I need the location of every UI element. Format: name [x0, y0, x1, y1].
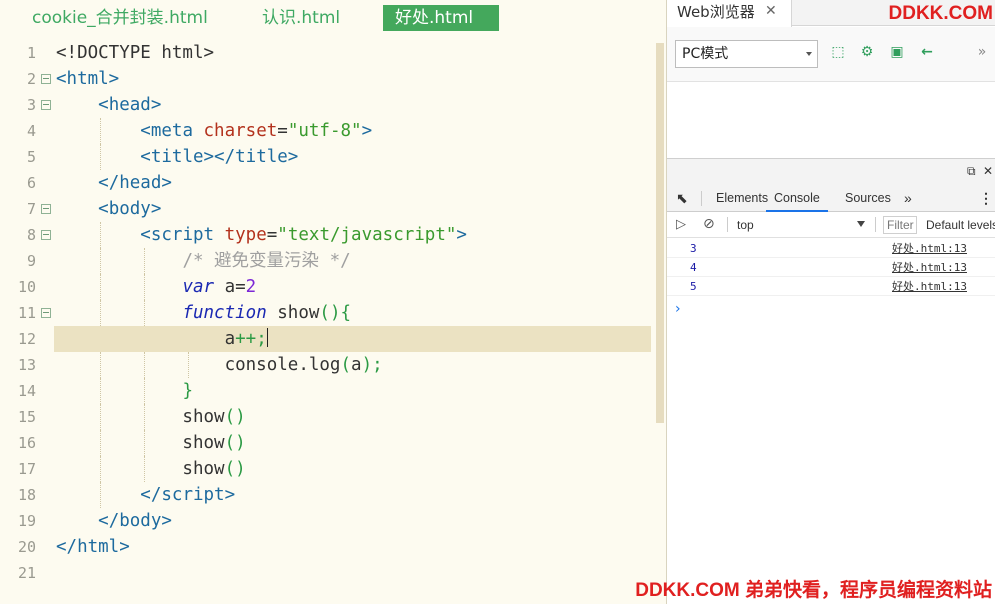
log-value: 3: [690, 242, 697, 255]
code-line-12: 12 a++;: [0, 326, 655, 352]
editor-tabbar: cookie_合并封装.html 认识.html 好处.html: [0, 0, 667, 36]
page-viewport[interactable]: [667, 83, 995, 158]
code-line-20: 20 </html>: [17, 537, 130, 557]
code-line-1: 1 <!DOCTYPE html>: [26, 43, 215, 63]
code-line-18: 18 </script>: [0, 482, 655, 508]
console-log-list: 3 好处.html:13 4 好处.html:13 5 好处.html:13 ›: [667, 239, 995, 317]
code-line-6: 6 </head>: [26, 173, 172, 193]
tab-elements[interactable]: Elements: [716, 184, 768, 212]
code-line-13: 13 console.log(a);: [0, 352, 655, 378]
divider: [875, 217, 876, 232]
devtools-tabs: ⬉ Elements Console Sources » ⋮: [667, 184, 995, 212]
devtools-controls: ⧉ ✕: [667, 159, 995, 184]
code-line-17: 17 show(): [0, 456, 655, 482]
fold-icon[interactable]: [41, 100, 51, 110]
fold-icon[interactable]: [41, 308, 51, 318]
close-icon[interactable]: ✕: [765, 3, 777, 19]
editor-tab-haochu[interactable]: 好处.html: [383, 5, 499, 31]
log-source-link[interactable]: 好处.html:13: [892, 239, 967, 258]
editor-tab-renshi[interactable]: 认识.html: [262, 5, 340, 31]
divider: [701, 191, 702, 206]
more-icon[interactable]: »: [974, 44, 990, 60]
more-tabs-icon[interactable]: »: [904, 184, 912, 212]
mode-select[interactable]: PC模式: [675, 40, 818, 68]
code-area[interactable]: 1 <!DOCTYPE html> 2 <html> 3 <head> 4 <met…: [0, 40, 655, 586]
code-line-11: 11 function show(){: [0, 300, 655, 326]
inspect-element-icon[interactable]: ⬉: [676, 184, 688, 212]
code-line-2: 2 <html>: [26, 69, 120, 89]
browser-tabstrip: Web浏览器 ✕ DDKK.COM: [667, 0, 995, 27]
code-line-4: 4 <meta charset="utf-8">: [0, 118, 655, 144]
text-caret: [266, 328, 268, 347]
code-line-15: 15 show(): [0, 404, 655, 430]
console-filter-bar: ▷ ⊘ top Filter Default levels: [667, 212, 995, 238]
tab-sources[interactable]: Sources: [845, 184, 891, 212]
log-row: 5 好处.html:13: [667, 277, 995, 296]
close-devtools-icon[interactable]: ✕: [983, 164, 993, 178]
back-arrow-icon[interactable]: ←: [919, 44, 935, 60]
console-icon[interactable]: ▣: [889, 44, 905, 60]
code-line-19: 19 </body>: [17, 511, 172, 531]
fold-icon[interactable]: [41, 230, 51, 240]
fold-icon[interactable]: [41, 74, 51, 84]
tab-console[interactable]: Console: [766, 184, 828, 212]
mode-select-value: PC模式: [682, 46, 729, 62]
divider: [727, 217, 728, 232]
code-editor[interactable]: cookie_合并封装.html 认识.html 好处.html 1 <!DOCT…: [0, 0, 667, 604]
undock-icon[interactable]: ⧉: [967, 164, 976, 179]
code-line-3: 3 <head>: [26, 95, 162, 115]
brand-logo: DDKK.COM: [888, 3, 994, 24]
code-line-14: 14 }: [0, 378, 655, 404]
watermark: DDKK.COM 弟弟快看，程序员编程资料站: [635, 580, 992, 601]
log-row: 3 好处.html:13: [667, 239, 995, 258]
log-value: 5: [690, 280, 697, 293]
gear-icon[interactable]: ⚙: [859, 44, 875, 60]
devtools: ⧉ ✕ ⬉ Elements Console Sources » ⋮ ▷ ⊘ t…: [667, 158, 995, 604]
editor-tab-cookie[interactable]: cookie_合并封装.html: [32, 5, 208, 31]
code-line-5: 5 <title></title>: [0, 144, 655, 170]
code-line-8: 8 <script type="text/javascript">: [0, 222, 655, 248]
log-source-link[interactable]: 好处.html:13: [892, 277, 967, 296]
context-select[interactable]: top: [737, 218, 754, 232]
editor-scrollbar[interactable]: [656, 43, 664, 423]
log-levels-select[interactable]: Default levels: [926, 218, 995, 232]
chevron-down-icon: [857, 221, 865, 227]
fold-icon[interactable]: [41, 204, 51, 214]
log-row: 4 好处.html:13: [667, 258, 995, 277]
code-line-7: 7 <body>: [26, 199, 162, 219]
log-source-link[interactable]: 好处.html:13: [892, 258, 967, 277]
console-prompt[interactable]: ›: [675, 301, 681, 317]
kebab-menu-icon[interactable]: ⋮: [979, 184, 993, 212]
sidebar-toggle-icon[interactable]: ▷: [676, 217, 686, 232]
code-line-10: 10 var a=2: [0, 274, 655, 300]
code-line-21: 21: [17, 564, 36, 582]
browser-toolbar: PC模式 ⬚ ⚙ ▣ ← »: [667, 27, 995, 82]
web-browser-panel: Web浏览器 ✕ DDKK.COM PC模式 ⬚ ⚙ ▣ ← » ⧉ ✕ ⬉ E…: [667, 0, 995, 604]
log-value: 4: [690, 261, 697, 274]
code-line-9: 9 /* 避免变量污染 */: [0, 248, 655, 274]
chevron-down-icon: [806, 52, 812, 56]
code-line-16: 16 show(): [0, 430, 655, 456]
filter-input[interactable]: Filter: [883, 216, 917, 234]
open-external-icon[interactable]: ⬚: [830, 44, 846, 60]
clear-console-icon[interactable]: ⊘: [703, 216, 715, 232]
